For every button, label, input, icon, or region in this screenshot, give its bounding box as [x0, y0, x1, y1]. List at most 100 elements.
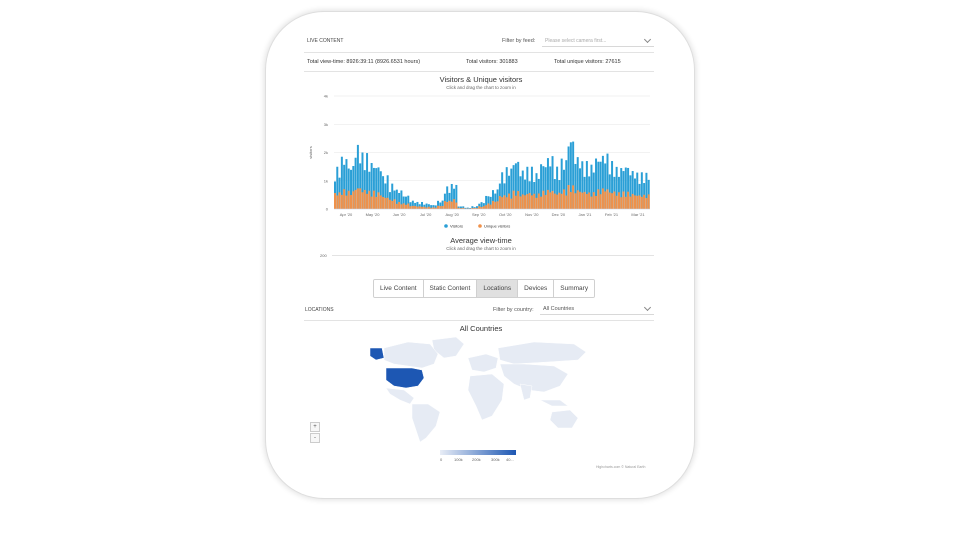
viewtime-chart-title: Average view-time	[450, 236, 512, 245]
x-tick-label: Jul '20	[420, 212, 432, 217]
x-tick-label: Apr '20	[340, 212, 353, 217]
series-bar	[613, 191, 616, 209]
color-axis-label: 300k	[491, 457, 500, 462]
series-bar	[363, 189, 366, 209]
series-bar	[560, 193, 563, 209]
y-tick-label: 0	[326, 207, 329, 212]
tab-live-content[interactable]: Live Content	[374, 280, 424, 297]
series-bar	[611, 193, 614, 209]
country-filter-label: Filter by country:	[493, 307, 534, 313]
legend-label: Unique visitors	[484, 224, 510, 229]
series-bar	[395, 203, 398, 209]
series-bar	[636, 195, 639, 209]
total-view-time: Total view-time: 8926:39:11 (8926.6531 h…	[307, 59, 421, 65]
map-zoom-out-button[interactable]: -	[310, 433, 320, 443]
map-russia[interactable]	[497, 341, 587, 365]
series-bar	[411, 205, 414, 209]
series-bar	[343, 189, 346, 209]
x-tick-label: Sep '20	[472, 212, 486, 217]
series-bar	[503, 195, 506, 209]
series-bar	[494, 201, 497, 209]
series-bar	[581, 192, 584, 209]
series-bar	[617, 192, 620, 209]
series-bar	[347, 190, 350, 209]
feed-select[interactable]: Please select camera first...	[542, 35, 654, 47]
series-bar	[620, 197, 623, 209]
map-asia[interactable]	[499, 363, 569, 393]
series-bar	[533, 193, 536, 209]
series-bar	[517, 191, 520, 209]
x-tick-label: Oct '20	[499, 212, 512, 217]
series-bar	[592, 192, 595, 209]
series-bar	[409, 206, 412, 209]
series-bar	[599, 194, 602, 209]
locations-heading: LOCATIONS	[305, 307, 334, 313]
series-bar	[359, 188, 362, 209]
map-india[interactable]	[519, 383, 533, 401]
series-bar	[572, 185, 575, 209]
series-bar	[588, 192, 591, 209]
series-bar	[601, 188, 604, 209]
series-bar	[540, 196, 543, 209]
series-bar	[398, 201, 401, 209]
y-tick-label: 4k	[324, 94, 328, 99]
series-bar	[427, 206, 430, 209]
map-usa[interactable]	[385, 367, 425, 389]
series-bar	[455, 202, 458, 209]
viewtime-chart-subtitle: Click and drag the chart to zoom in	[446, 246, 516, 251]
chevron-down-icon	[643, 303, 652, 312]
series-bar	[553, 193, 556, 209]
divider	[304, 71, 654, 72]
series-bar	[510, 198, 513, 209]
x-tick-label: Mar '21	[631, 212, 645, 217]
series-bar	[521, 194, 524, 209]
world-map[interactable]	[364, 334, 604, 444]
series-bar	[567, 184, 570, 209]
series-bar	[377, 192, 380, 209]
series-bar	[583, 191, 586, 209]
live-content-heading: LIVE CONTENT	[307, 38, 344, 44]
series-bar	[386, 197, 389, 209]
series-bar	[501, 197, 504, 209]
legend-label: Visitors	[450, 224, 463, 229]
series-bar	[338, 192, 341, 209]
map-zoom-in-button[interactable]: +	[310, 422, 320, 432]
series-bar	[496, 201, 499, 209]
total-visitors: Total visitors: 301883	[466, 59, 518, 65]
series-bar	[350, 194, 353, 209]
feed-filter-label: Filter by feed:	[502, 38, 536, 44]
map-canada[interactable]	[383, 341, 439, 369]
y-tick-label: 2k	[324, 150, 328, 155]
color-axis-label: 40...	[506, 457, 514, 462]
series-bar	[585, 194, 588, 209]
series-bar	[524, 195, 527, 209]
tab-devices[interactable]: Devices	[518, 280, 555, 297]
series-bar	[441, 205, 444, 209]
feed-select-placeholder: Please select camera first...	[545, 38, 607, 44]
series-bar	[508, 193, 511, 209]
series-bar	[606, 189, 609, 209]
series-bar	[590, 196, 593, 209]
tab-summary[interactable]: Summary	[554, 280, 595, 297]
map-south-america[interactable]	[411, 403, 441, 443]
tab-static-content[interactable]: Static Content	[423, 280, 478, 297]
map-mexico[interactable]	[385, 387, 415, 405]
map-europe[interactable]	[467, 353, 499, 373]
map-australia[interactable]	[549, 409, 579, 429]
tab-locations[interactable]: Locations	[477, 280, 519, 297]
map-indonesia[interactable]	[539, 399, 569, 407]
country-select[interactable]: All Countries	[540, 303, 654, 315]
series-bar	[558, 192, 561, 209]
series-bar	[400, 204, 403, 209]
y-axis-label: visitors	[308, 146, 313, 158]
series-bar	[492, 200, 494, 209]
series-bar	[453, 199, 456, 209]
x-tick-label: Jun '20	[393, 212, 407, 217]
series-bar	[640, 196, 643, 209]
map-africa[interactable]	[467, 373, 505, 421]
visitors-chart[interactable]: 0 1k 2k 3k 4k visitors Apr '20 May '20 Jun '20 Ju…	[304, 90, 658, 230]
map-alaska[interactable]	[369, 347, 385, 361]
x-tick-label: Aug '20	[445, 212, 459, 217]
series-bar	[505, 197, 508, 209]
series-bar	[421, 206, 424, 209]
